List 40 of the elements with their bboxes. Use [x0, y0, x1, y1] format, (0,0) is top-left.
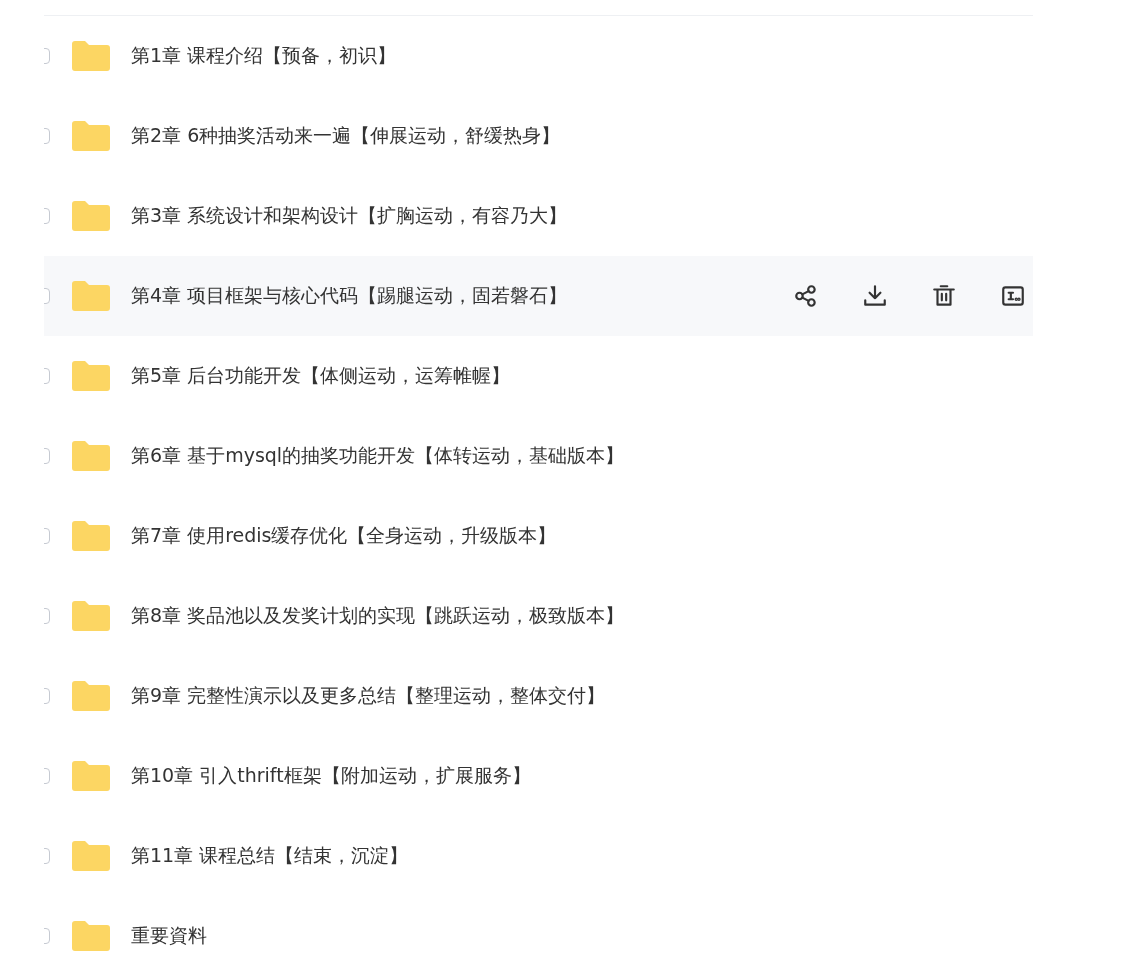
folder-icon: [70, 760, 112, 792]
folder-icon: [70, 200, 112, 232]
download-icon: [862, 283, 888, 309]
file-row[interactable]: 第1章 课程介绍【预备，初识】: [44, 16, 1033, 96]
folder-name: 第2章 6种抽奖活动来一遍【伸展运动，舒缓热身】: [131, 123, 562, 148]
folder-icon: [70, 840, 112, 872]
folder-icon: [70, 40, 112, 72]
folder-name: 第4章 项目框架与核心代码【踢腿运动，固若磐石】: [131, 283, 569, 308]
folder-name: 第5章 后台功能开发【体侧运动，运筹帷幄】: [131, 363, 512, 388]
file-row[interactable]: 第7章 使用redis缓存优化【全身运动，升级版本】: [44, 496, 1033, 576]
file-row[interactable]: 第9章 完整性演示以及更多总结【整理运动，整体交付】: [44, 656, 1033, 736]
delete-icon: [931, 283, 957, 309]
rename-icon: [1000, 283, 1026, 309]
folder-icon: [70, 920, 112, 952]
file-row[interactable]: 第10章 引入thrift框架【附加运动，扩展服务】: [44, 736, 1033, 816]
file-row[interactable]: 第3章 系统设计和架构设计【扩胸运动，有容乃大】: [44, 176, 1033, 256]
share-icon: [793, 283, 819, 309]
folder-name: 第7章 使用redis缓存优化【全身运动，升级版本】: [131, 523, 558, 548]
file-row[interactable]: 第5章 后台功能开发【体侧运动，运筹帷幄】: [44, 336, 1033, 416]
folder-name: 第11章 课程总结【结束，沉淀】: [131, 843, 410, 868]
folder-icon: [70, 520, 112, 552]
folder-icon: [70, 680, 112, 712]
folder-icon: [70, 120, 112, 152]
folder-icon: [70, 360, 112, 392]
folder-icon: [70, 440, 112, 472]
folder-name: 第1章 课程介绍【预备，初识】: [131, 43, 398, 68]
folder-name: 重要資料: [131, 923, 208, 948]
file-row[interactable]: 重要資料: [44, 896, 1033, 968]
folder-name: 第3章 系统设计和架构设计【扩胸运动，有容乃大】: [131, 203, 569, 228]
file-row[interactable]: 第4章 项目框架与核心代码【踢腿运动，固若磐石】: [44, 256, 1033, 336]
folder-name: 第6章 基于mysql的抽奖功能开发【体转运动，基础版本】: [131, 443, 626, 468]
file-row[interactable]: 第6章 基于mysql的抽奖功能开发【体转运动，基础版本】: [44, 416, 1033, 496]
folder-name: 第9章 完整性演示以及更多总结【整理运动，整体交付】: [131, 683, 607, 708]
folder-icon: [70, 280, 112, 312]
folder-icon: [70, 600, 112, 632]
folder-name: 第10章 引入thrift框架【附加运动，扩展服务】: [131, 763, 532, 788]
file-row[interactable]: 第8章 奖品池以及发奖计划的实现【跳跃运动，极致版本】: [44, 576, 1033, 656]
file-row[interactable]: 第2章 6种抽奖活动来一遍【伸展运动，舒缓热身】: [44, 96, 1033, 176]
file-row[interactable]: 第11章 课程总结【结束，沉淀】: [44, 816, 1033, 896]
folder-name: 第8章 奖品池以及发奖计划的实现【跳跃运动，极致版本】: [131, 603, 626, 628]
